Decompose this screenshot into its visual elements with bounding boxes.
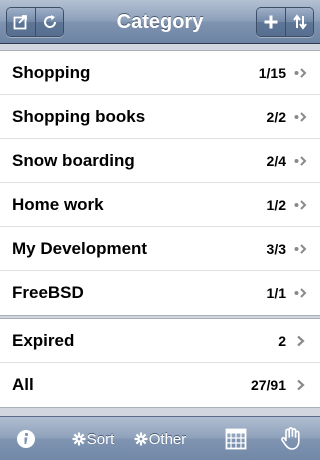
detail-disclosure-icon[interactable] [294,66,308,80]
navigation-bar: Category [0,0,320,44]
category-row-shopping[interactable]: Shopping 1/15 [0,51,320,95]
category-row-my-development[interactable]: My Development 3/3 [0,227,320,271]
category-label: FreeBSD [12,283,84,302]
category-count: 1/15 [258,64,286,81]
sort-label: Sort [86,430,115,448]
gear-icon [72,432,86,446]
reorder-button[interactable] [285,8,313,36]
plus-icon [264,15,278,29]
category-label: Shopping [12,62,91,82]
calendar-button[interactable] [224,417,248,460]
sort-arrows-icon [292,14,307,30]
category-list: Shopping 1/15 Shopping books 2/2 Snow bo… [0,50,320,316]
category-row-shopping-books[interactable]: Shopping books 2/2 [0,95,320,139]
summary-row-expired[interactable]: Expired 2 [0,319,320,363]
refresh-button[interactable] [35,8,63,36]
calendar-icon [225,428,247,450]
export-icon [13,15,27,30]
category-row-snow-boarding[interactable]: Snow boarding 2/4 [0,139,320,183]
category-row-home-work[interactable]: Home work 1/2 [0,183,320,227]
category-row-freebsd[interactable]: FreeBSD 1/1 [0,271,320,315]
summary-list: Expired 2 All 27/91 [0,318,320,408]
add-category-button[interactable] [257,8,285,36]
summary-label: Expired [12,330,75,350]
summary-count: 2 [278,332,286,349]
right-button-group [256,7,314,37]
summary-count: 27/91 [250,377,286,393]
hand-icon [281,427,300,450]
category-label: My Development [12,238,148,258]
chevron-right-icon [294,334,308,348]
category-count: 3/3 [266,240,286,257]
info-button[interactable] [14,417,38,460]
category-count: 2/2 [266,108,286,125]
other-label: Other [148,430,187,448]
category-count: 1/1 [266,285,286,301]
detail-disclosure-icon[interactable] [294,110,308,124]
category-count: 2/4 [266,152,286,169]
summary-label: All [12,375,34,394]
hand-button[interactable] [278,417,304,460]
refresh-icon [43,15,56,28]
category-label: Shopping books [12,106,146,126]
info-icon [17,430,35,448]
summary-row-all[interactable]: All 27/91 [0,363,320,407]
detail-disclosure-icon[interactable] [294,198,308,212]
export-button[interactable] [7,8,35,36]
left-button-group [6,7,64,37]
other-button[interactable]: Other [129,417,191,460]
detail-disclosure-icon[interactable] [294,154,308,168]
sort-button[interactable]: Sort [66,417,120,460]
chevron-right-icon [294,378,308,392]
category-label: Snow boarding [12,150,135,170]
detail-disclosure-icon[interactable] [294,286,308,300]
category-label: Home work [12,194,104,214]
gear-icon [134,432,148,446]
category-count: 1/2 [266,196,286,213]
detail-disclosure-icon[interactable] [294,242,308,256]
bottom-toolbar: Sort Other [0,416,320,460]
